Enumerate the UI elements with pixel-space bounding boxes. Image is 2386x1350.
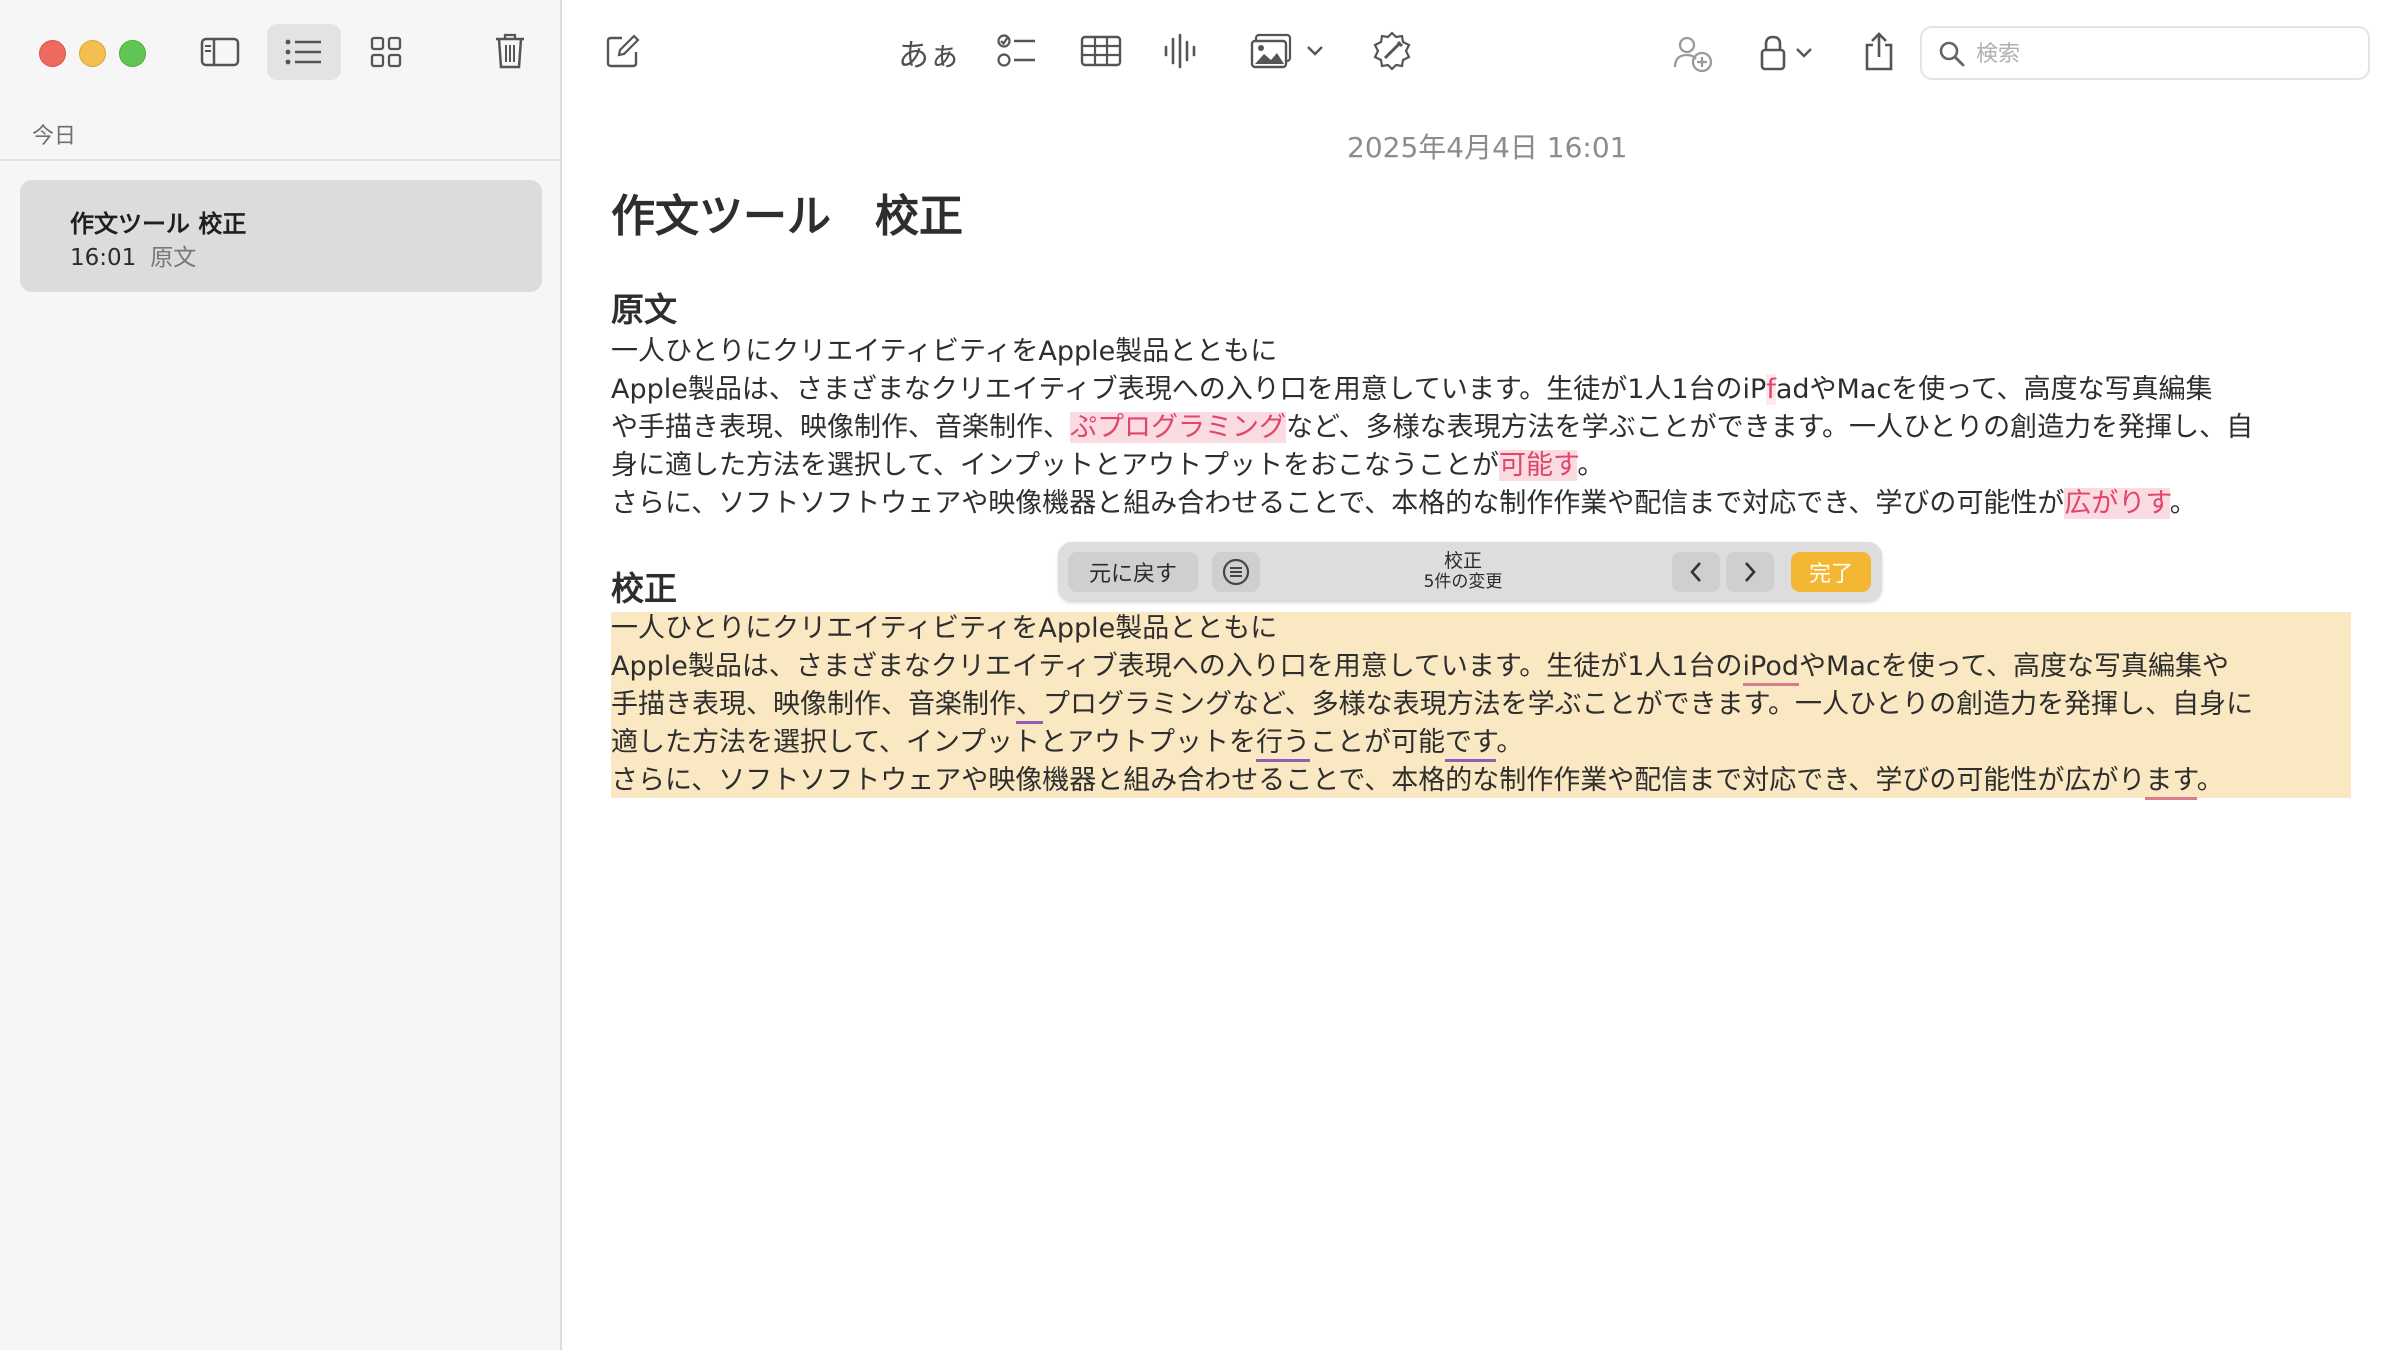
note-list-item[interactable]: 作文ツール 校正 16:01 原文: [20, 180, 542, 292]
text-segment: さらに、ソフトソフトウェアや映像機器と組み合わせることで、本格的な制作作業や配信…: [611, 765, 2146, 796]
checklist-button[interactable]: [992, 26, 1042, 76]
new-note-button[interactable]: [598, 26, 648, 76]
sidebar: 今日 作文ツール 校正 16:01 原文: [0, 0, 562, 1350]
sidebar-divider: [0, 159, 562, 161]
share-button[interactable]: [1852, 24, 1906, 80]
lock-icon: [1760, 35, 1786, 71]
proofread-text[interactable]: 一人ひとりにクリエイティビティをApple製品とともに Apple製品は、さまざ…: [611, 610, 2253, 800]
note-item-title: 作文ツール 校正: [70, 210, 247, 238]
grid-icon: [370, 36, 402, 68]
original-line-4: 身に適した方法を選択して、インプットとアウトプットをおこなうことが可能す。: [611, 447, 2253, 485]
text-segment: 。: [2196, 765, 2224, 796]
correction-mark[interactable]: 、: [1016, 689, 1043, 724]
proofread-status-title: 校正: [1443, 550, 1482, 572]
correction-mark[interactable]: 行う: [1256, 727, 1311, 762]
chevron-down-icon: [1796, 48, 1812, 58]
chevron-left-icon: [1690, 562, 1701, 582]
compose-icon: [606, 34, 640, 68]
note-item-meta: 16:01 原文: [70, 238, 196, 272]
done-button[interactable]: 完了: [1791, 552, 1871, 592]
list-icon: [285, 39, 321, 65]
proofread-change-count: 5件の変更: [1423, 572, 1503, 592]
note-title[interactable]: 作文ツール 校正: [611, 180, 963, 244]
correction-mark[interactable]: iPod: [1742, 651, 1800, 686]
waveform-icon: [1164, 33, 1196, 69]
writing-tools-icon: [1373, 31, 1411, 71]
section-label-today: 今日: [32, 124, 77, 149]
trash-icon: [496, 33, 524, 69]
search-input[interactable]: [1974, 36, 2358, 72]
text-format-button[interactable]: あぁ: [898, 28, 960, 76]
note-date: 2025年4月4日 16:01: [1347, 131, 1628, 164]
proofread-line-3: 手描き表現、映像制作、音楽制作、プログラミングなど、多様な表現方法を学ぶことがで…: [611, 686, 2253, 724]
media-button[interactable]: [1246, 26, 1328, 76]
error-highlight[interactable]: ぷプログラミング: [1070, 412, 1286, 443]
search-field[interactable]: [1920, 26, 2370, 80]
delete-button[interactable]: [482, 24, 538, 78]
list-view-button[interactable]: [267, 24, 341, 80]
text-segment: など、多様な表現方法を学ぶことができます。一人ひとりの創造力を発揮し、自: [1286, 412, 2254, 443]
lock-button[interactable]: [1752, 26, 1820, 80]
search-icon: [1939, 41, 1965, 67]
text-segment: Apple製品は、さまざまなクリエイティブ表現への入り口を用意しています。生徒が…: [611, 651, 1743, 682]
photo-icon: [1250, 33, 1292, 69]
proofread-line-4: 適した方法を選択して、インプットとアウトプットを行うことが可能です。: [611, 724, 2253, 762]
list-circle-icon: [1222, 558, 1250, 586]
correction-mark[interactable]: です: [1445, 727, 1497, 762]
share-icon: [1865, 32, 1893, 71]
next-change-button[interactable]: [1726, 552, 1774, 592]
proofread-toolbar: 元に戻す 校正 5件の変更 完了: [1058, 542, 1882, 602]
proofread-line-2: Apple製品は、さまざまなクリエイティブ表現への入り口を用意しています。生徒が…: [611, 648, 2253, 686]
text-segment: プログラミングなど、多様な表現方法を学ぶことができます。一人ひとりの創造力を発揮…: [1043, 689, 2254, 720]
original-heading: 原文: [611, 290, 677, 329]
error-highlight[interactable]: 広がりす: [2064, 488, 2170, 519]
text-segment: 手描き表現、映像制作、音楽制作: [611, 689, 1016, 720]
audio-record-button[interactable]: [1156, 26, 1206, 76]
text-segment: や手描き表現、映像制作、音楽制作、: [611, 412, 1070, 443]
error-highlight[interactable]: f: [1766, 374, 1776, 405]
minimize-window-button[interactable]: [79, 40, 106, 67]
previous-change-button[interactable]: [1672, 552, 1720, 592]
sidebar-icon: [200, 37, 240, 67]
original-text[interactable]: 一人ひとりにクリエイティビティをApple製品とともに Apple製品は、さまざ…: [611, 333, 2253, 523]
text-segment: ことが可能: [1310, 727, 1446, 758]
text-segment: 。: [2169, 488, 2197, 519]
text-segment: 。: [1577, 450, 1605, 481]
summary-button[interactable]: [1212, 552, 1260, 592]
original-line-1: 一人ひとりにクリエイティビティをApple製品とともに: [611, 336, 1278, 367]
chevron-down-icon: [1307, 46, 1323, 56]
table-button[interactable]: [1076, 26, 1126, 76]
writing-tools-button[interactable]: [1364, 24, 1420, 78]
chevron-right-icon: [1745, 562, 1756, 582]
collaborate-button[interactable]: [1666, 26, 1720, 80]
proofread-line-5: さらに、ソフトソフトウェアや映像機器と組み合わせることで、本格的な制作作業や配信…: [611, 762, 2253, 800]
error-highlight[interactable]: 可能す: [1499, 450, 1578, 481]
note-item-preview: 原文: [150, 245, 197, 271]
collaborate-icon: [1673, 36, 1713, 73]
original-line-3: や手描き表現、映像制作、音楽制作、ぷプログラミングなど、多様な表現方法を学ぶこと…: [611, 409, 2253, 447]
correction-mark[interactable]: ます: [2145, 765, 2197, 800]
original-line-2: Apple製品は、さまざまなクリエイティブ表現への入り口を用意しています。生徒が…: [611, 371, 2253, 409]
revert-button[interactable]: 元に戻す: [1068, 552, 1198, 592]
proofread-heading: 校正: [611, 569, 677, 608]
original-line-5: さらに、ソフトソフトウェアや映像機器と組み合わせることで、本格的な制作作業や配信…: [611, 485, 2253, 523]
text-segment: さらに、ソフトソフトウェアや映像機器と組み合わせることで、本格的な制作作業や配信…: [611, 488, 2065, 519]
sidebar-toggle-button[interactable]: [192, 26, 248, 78]
text-segment: 。: [1496, 727, 1524, 758]
text-segment: 適した方法を選択して、インプットとアウトプットを: [611, 727, 1257, 758]
proofread-line-1: 一人ひとりにクリエイティビティをApple製品とともに: [611, 613, 1278, 644]
proofread-status: 校正 5件の変更: [1388, 550, 1538, 592]
table-icon: [1080, 35, 1122, 67]
text-segment: やMacを使って、高度な写真編集や: [1799, 651, 2230, 682]
close-window-button[interactable]: [39, 40, 66, 67]
text-segment: 身に適した方法を選択して、インプットとアウトプットをおこなうことが: [611, 450, 1500, 481]
note-item-time: 16:01: [70, 245, 137, 271]
gallery-view-button[interactable]: [358, 26, 414, 78]
zoom-window-button[interactable]: [119, 40, 146, 67]
text-segment: Apple製品は、さまざまなクリエイティブ表現への入り口を用意しています。生徒が…: [611, 374, 1767, 405]
text-segment: adやMacを使って、高度な写真編集: [1775, 374, 2213, 405]
checklist-icon: [997, 34, 1035, 67]
